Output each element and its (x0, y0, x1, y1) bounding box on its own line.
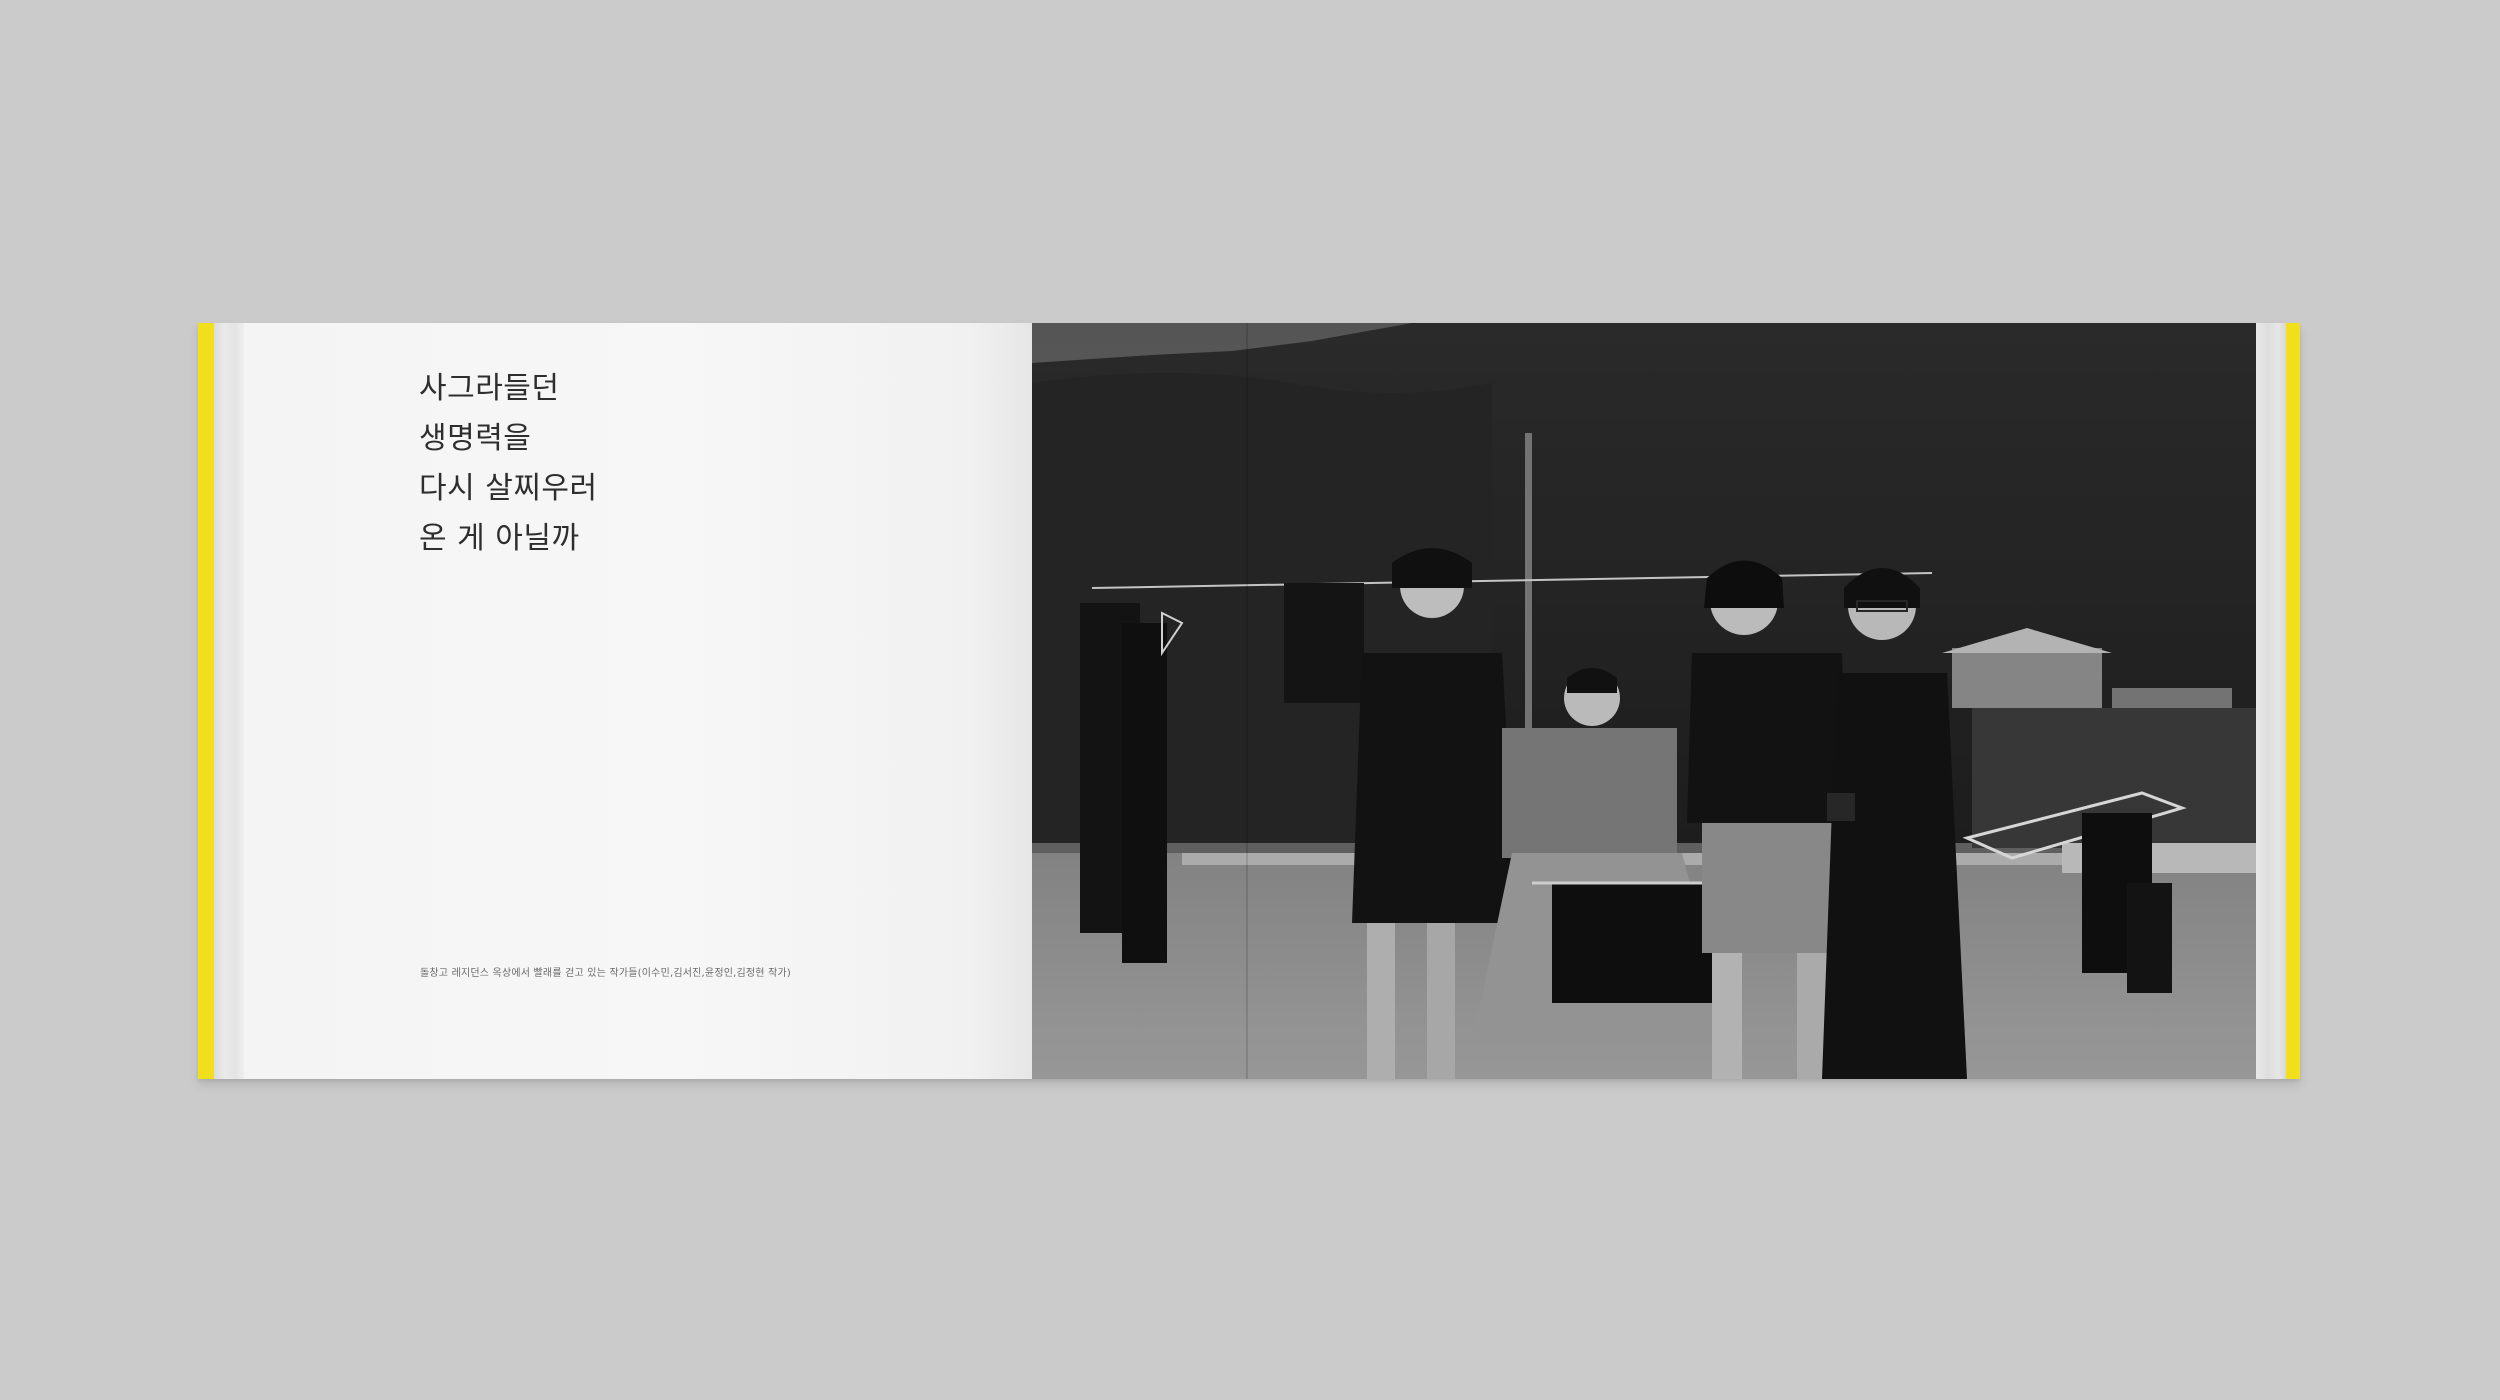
quote-line: 온 게 아닐까 (419, 521, 580, 556)
quote-line: 다시 살찌우러 (419, 471, 598, 506)
rooftop-photo (1032, 323, 2256, 1079)
right-page (1032, 323, 2256, 1079)
quote-line: 사그라들던 (419, 371, 560, 406)
open-book-spread: 사그라들던 생명력을 다시 살찌우러 온 게 아닐까 돌창고 레지던스 옥상에서… (198, 323, 2300, 1079)
quote-line: 생명력을 (419, 421, 532, 456)
yellow-book-edge-right (2286, 323, 2300, 1079)
page-stack-right (2256, 323, 2286, 1079)
left-page: 사그라들던 생명력을 다시 살찌우러 온 게 아닐까 돌창고 레지던스 옥상에서… (244, 323, 1032, 1079)
page-stack-left (214, 323, 244, 1079)
yellow-book-edge-left (198, 323, 214, 1079)
quote-text: 사그라들던 생명력을 다시 살찌우러 온 게 아닐까 (419, 364, 598, 564)
background: 사그라들던 생명력을 다시 살찌우러 온 게 아닐까 돌창고 레지던스 옥상에서… (0, 0, 2500, 1400)
photo-caption: 돌창고 레지던스 옥상에서 빨래를 걷고 있는 작가들(이수민,김서진,윤정인,… (420, 968, 791, 979)
